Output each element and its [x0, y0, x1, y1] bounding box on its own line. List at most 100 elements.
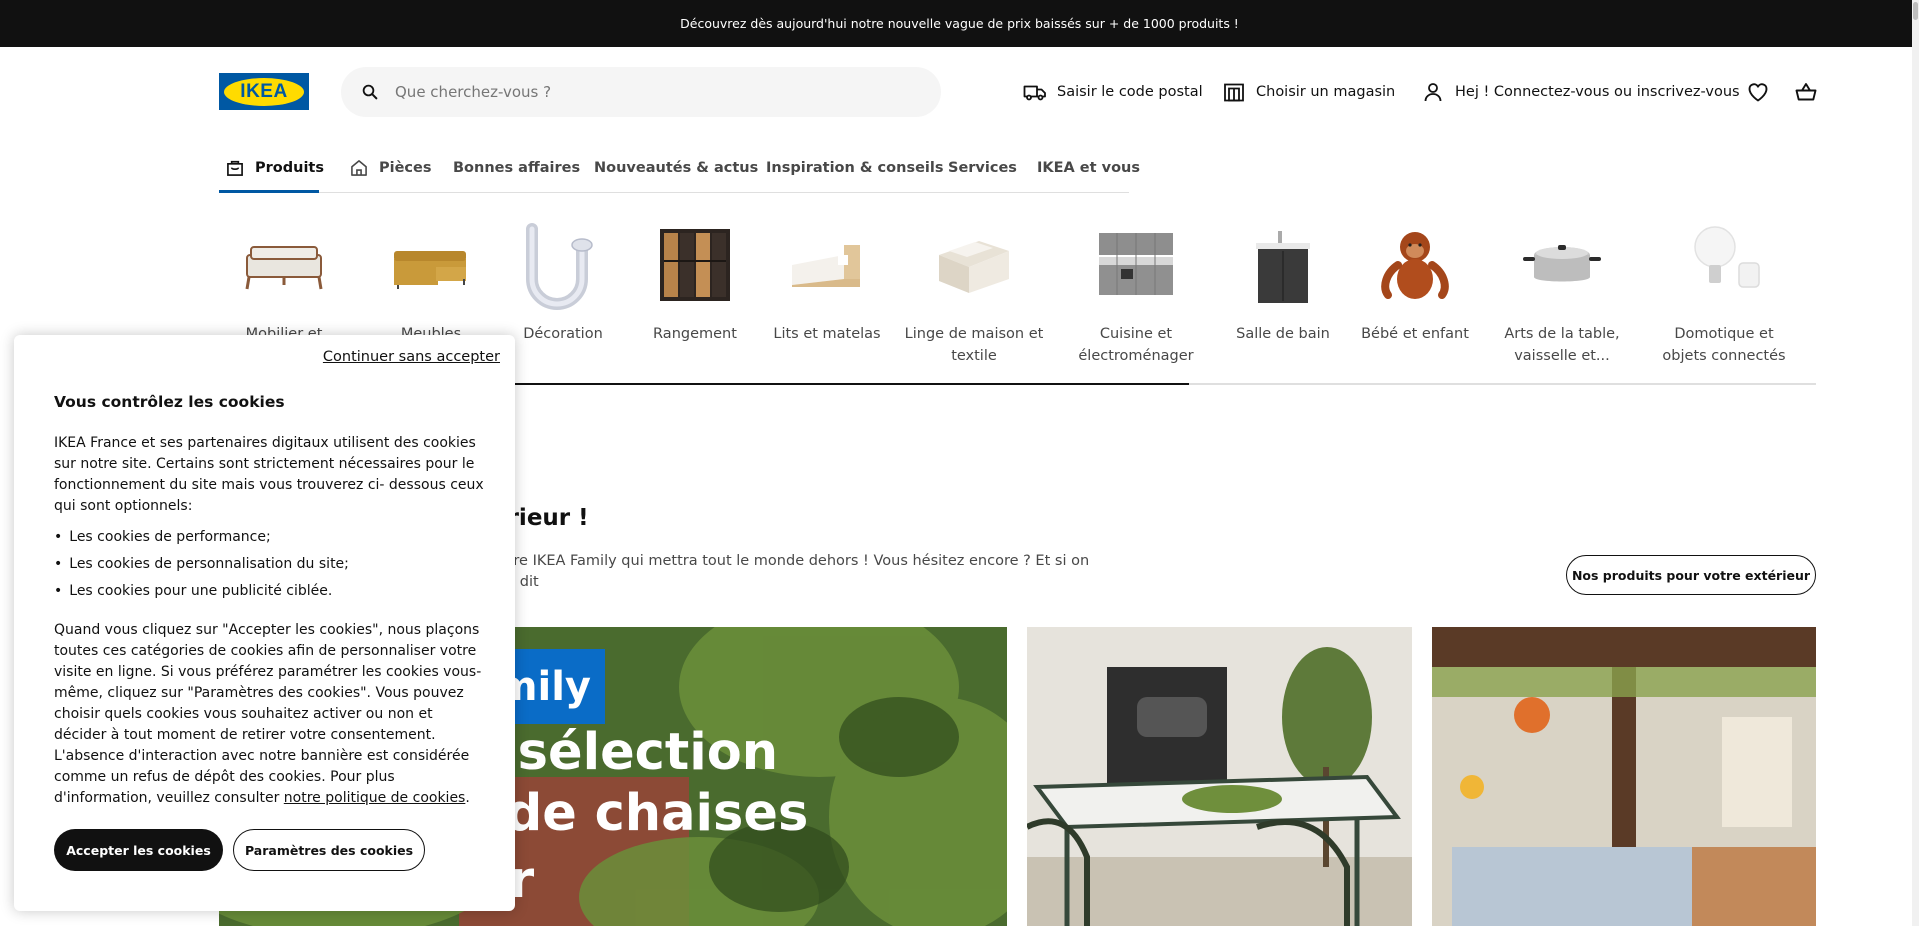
- cookie-body-text: Quand vous cliquez sur "Accepter les coo…: [54, 622, 482, 806]
- category-image: [1679, 221, 1769, 311]
- category-label: Arts de la table, vaisselle et...: [1504, 326, 1620, 364]
- bedding-image: [939, 241, 1009, 293]
- category-salle-de-bain[interactable]: Salle de bain: [1213, 221, 1353, 345]
- nav-tab-label: Bonnes affaires: [453, 160, 581, 176]
- bathroom-cabinet-image: [1256, 231, 1310, 303]
- category-lits[interactable]: Lits et matelas: [757, 221, 897, 345]
- storage-unit-image: [660, 229, 730, 301]
- bed-image: [792, 245, 860, 287]
- accept-cookies-button[interactable]: Accepter les cookies: [54, 829, 223, 871]
- nav-tab-label: Nouveautés & actus: [594, 160, 759, 176]
- cookie-settings-button[interactable]: Paramètres des cookies: [233, 829, 425, 871]
- search-bar[interactable]: [341, 67, 941, 117]
- store-selector-label: Choisir un magasin: [1256, 84, 1396, 100]
- category-decoration[interactable]: Décoration: [493, 221, 633, 345]
- dining-photo: [1027, 627, 1412, 926]
- nav-tab-ikea-et-vous[interactable]: IKEA et vous: [1037, 156, 1140, 180]
- cart-icon: [1795, 83, 1817, 101]
- continue-without-accepting-link[interactable]: Continuer sans accepter: [323, 349, 500, 365]
- category-mobilier[interactable]: Mobilier et: [214, 221, 354, 345]
- nav-tab-label: Produits: [255, 160, 324, 176]
- logo-oval: IKEA: [224, 77, 304, 106]
- cookie-list-item: Les cookies de performance;: [54, 524, 484, 551]
- login-label: Hej ! Connectez-vous ou inscrivez-vous: [1455, 84, 1740, 100]
- page: Découvrez dès aujourd'hui notre nouvelle…: [0, 0, 1919, 926]
- cookie-title: Vous contrôlez les cookies: [54, 393, 285, 411]
- category-label: Rangement: [653, 326, 737, 342]
- category-label: Salle de bain: [1236, 326, 1330, 342]
- page-scrollbar-thumb[interactable]: [1913, 2, 1918, 20]
- nav-tab-services[interactable]: Services: [948, 156, 1017, 180]
- cookie-list-item: Les cookies de personnalisation du site;: [54, 551, 484, 578]
- postal-code-label: Saisir le code postal: [1057, 84, 1203, 100]
- promo-text: Découvrez dès aujourd'hui notre nouvelle…: [680, 16, 1239, 31]
- category-label: Linge de maison et textile: [904, 326, 1044, 364]
- category-image: [518, 221, 608, 311]
- category-image: [782, 221, 872, 311]
- nav-tab-nouveautes[interactable]: Nouveautés & actus: [594, 156, 758, 180]
- cookie-list-item: Les cookies pour une publicité ciblée.: [54, 578, 484, 605]
- outdoor-sofa-image: [245, 246, 323, 290]
- heart-icon: [1748, 83, 1768, 102]
- cookie-body: Quand vous cliquez sur "Accepter les coo…: [54, 620, 484, 809]
- category-arts-de-la-table[interactable]: Arts de la table, vaisselle et...: [1492, 221, 1632, 367]
- home-icon: [351, 160, 367, 176]
- nav-tab-produits[interactable]: Produits: [225, 156, 324, 180]
- ikea-logo[interactable]: IKEA: [219, 73, 309, 110]
- category-image: [1370, 221, 1460, 311]
- category-label: Domotique et objets connectés: [1662, 326, 1786, 364]
- orangutan-toy-image: [1381, 232, 1449, 299]
- favorites-button[interactable]: [1746, 80, 1770, 104]
- nav-tab-bonnes-affaires[interactable]: Bonnes affaires: [453, 156, 580, 180]
- page-scrollbar[interactable]: [1912, 0, 1919, 926]
- category-domotique[interactable]: Domotique et objets connectés: [1654, 221, 1794, 367]
- promo-banner[interactable]: Découvrez dès aujourd'hui notre nouvelle…: [0, 0, 1919, 47]
- logo-text: IKEA: [240, 80, 288, 102]
- category-bebe[interactable]: Bébé et enfant: [1345, 221, 1485, 345]
- cookie-consent-panel: Continuer sans accepter Vous contrôlez l…: [14, 335, 515, 911]
- nav-tab-label: IKEA et vous: [1037, 160, 1140, 176]
- nav-tab-label: Inspiration & conseils: [766, 160, 944, 176]
- cookie-intro: IKEA France et ses partenaires digitaux …: [54, 435, 484, 514]
- search-input[interactable]: [395, 83, 915, 101]
- nav-tab-inspiration[interactable]: Inspiration & conseils: [766, 156, 943, 180]
- truck-icon: [1023, 85, 1046, 101]
- category-label: Lits et matelas: [773, 326, 881, 342]
- store-icon: [1224, 83, 1244, 102]
- category-image: [650, 221, 740, 311]
- category-image: [239, 221, 329, 311]
- smart-bulb-image: [1694, 226, 1760, 288]
- cooking-pot-image: [1523, 245, 1601, 282]
- login-link[interactable]: Hej ! Connectez-vous ou inscrivez-vous: [1421, 80, 1740, 104]
- nav-tab-label: Pièces: [379, 160, 432, 176]
- store-selector-link[interactable]: Choisir un magasin: [1222, 80, 1395, 104]
- cookie-list: Les cookies de performance; Les cookies …: [54, 524, 484, 605]
- category-label: Bébé et enfant: [1361, 326, 1469, 342]
- category-cuisine[interactable]: Cuisine et électroménager: [1066, 221, 1206, 367]
- postal-code-link[interactable]: Saisir le code postal: [1023, 80, 1203, 104]
- main-nav: Produits Pièces Bonnes affaires Nouveaut…: [219, 150, 1140, 193]
- category-image: [1517, 221, 1607, 311]
- kitchen-image: [1099, 233, 1173, 295]
- user-icon: [1424, 83, 1442, 102]
- category-image: [929, 221, 1019, 311]
- search-icon: [362, 84, 378, 100]
- cookie-policy-link[interactable]: notre politique de cookies: [284, 790, 466, 806]
- cart-button[interactable]: [1794, 80, 1818, 104]
- outdoor-products-button[interactable]: Nos produits pour votre extérieur: [1566, 555, 1816, 595]
- category-image: [1238, 221, 1328, 311]
- corner-sofa-image: [394, 251, 466, 289]
- outdoor-dining-image[interactable]: [1027, 627, 1412, 926]
- category-linge[interactable]: Linge de maison et textile: [904, 221, 1044, 367]
- outdoor-pergola-image[interactable]: [1432, 627, 1816, 926]
- nav-active-indicator: [219, 190, 319, 193]
- category-label: Cuisine et électroménager: [1078, 326, 1194, 364]
- cookie-body-period: .: [465, 790, 470, 806]
- category-image: [1091, 221, 1181, 311]
- nav-tab-label: Services: [948, 160, 1017, 176]
- pergola-photo: [1432, 627, 1816, 926]
- category-rangement[interactable]: Rangement: [625, 221, 765, 345]
- category-meubles[interactable]: Meubles: [361, 221, 501, 345]
- nav-tab-pieces[interactable]: Pièces: [349, 156, 432, 180]
- vase-image: [526, 223, 593, 310]
